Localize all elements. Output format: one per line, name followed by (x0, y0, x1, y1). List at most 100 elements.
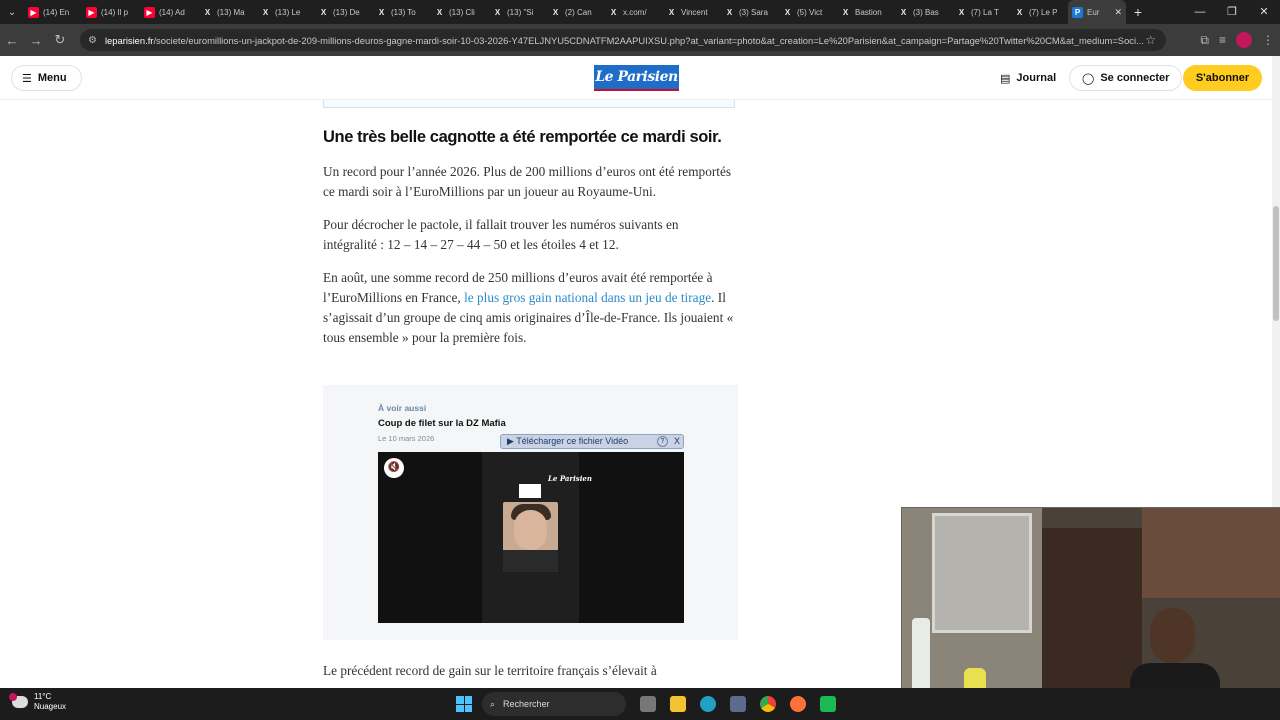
tab-label: (13) Le (275, 7, 301, 17)
browser-tab[interactable]: X Bastion (836, 0, 894, 24)
profile-avatar[interactable] (1236, 32, 1252, 48)
tab-label: (13) Cli (449, 7, 475, 17)
x-icon: X (262, 7, 269, 17)
url-text: leparisien.fr/societe/euromillions-un-ja… (105, 35, 1145, 46)
hamburger-icon: ☰ (22, 72, 32, 85)
login-button[interactable]: ◯ Se connecter (1069, 65, 1183, 91)
window-controls: — ❐ ✕ (1184, 0, 1280, 24)
browser-tab[interactable]: X (7) La T (952, 0, 1010, 24)
cloud-icon (9, 693, 28, 708)
browser-tab[interactable]: Xx.com/ (604, 0, 662, 24)
browser-tab[interactable]: ▶ (14) Ad (140, 0, 198, 24)
journal-link[interactable]: ▤ Journal (1000, 65, 1056, 91)
tab-label: (13) De (333, 7, 360, 17)
url-bar[interactable]: ⚙ leparisien.fr/societe/euromillions-un-… (80, 29, 1166, 51)
leparisien-icon: P (1072, 6, 1083, 18)
browser-tab[interactable]: X (13) "Si (488, 0, 546, 24)
back-icon[interactable]: ← (0, 33, 24, 48)
bookmark-star-icon[interactable]: ☆ (1145, 33, 1156, 47)
tab-label: (3) Bas (913, 7, 939, 17)
file-explorer-icon[interactable] (666, 692, 690, 716)
x-icon: X (320, 7, 327, 17)
store-icon[interactable] (726, 692, 750, 716)
browser-tab[interactable]: X (7) Le P (1010, 0, 1068, 24)
tab-label: Vincent (681, 7, 708, 17)
x-icon: X (552, 7, 559, 17)
browser-tab[interactable]: X (5) Vict (778, 0, 836, 24)
browser-tab[interactable]: X (13) De (314, 0, 372, 24)
tab-label: (7) La T (971, 7, 999, 17)
tab-label: (13) To (391, 7, 416, 17)
close-tab-icon[interactable]: ✕ (1114, 7, 1122, 18)
menu-label: Menu (37, 72, 67, 84)
reload-icon[interactable]: ↻ (48, 32, 72, 48)
minimize-icon[interactable]: — (1184, 0, 1216, 24)
browser-tab[interactable]: X (13) Ma (198, 0, 256, 24)
taskbar-search[interactable]: ⌕ Rechercher (482, 692, 626, 716)
tab-label: (14) Il p (101, 7, 129, 17)
browser-menu-icon[interactable]: ⋮ (1262, 33, 1274, 47)
x-icon: X (1016, 7, 1023, 17)
maximize-icon[interactable]: ❐ (1216, 0, 1248, 24)
browser-tab[interactable]: X (13) Cli (430, 0, 488, 24)
browser-tab[interactable]: ▶ (14) Il p (82, 0, 140, 24)
edge-icon[interactable] (696, 692, 720, 716)
close-window-icon[interactable]: ✕ (1248, 0, 1280, 24)
close-download-icon[interactable]: X (674, 436, 680, 446)
app-icon[interactable] (816, 692, 840, 716)
weather-condition: Nuageux (34, 702, 67, 711)
browser-tab[interactable]: X Vincent (662, 0, 720, 24)
paragraph-record: Un record pour l’année 2026. Plus de 200… (323, 164, 732, 199)
firefox-icon[interactable] (786, 692, 810, 716)
forward-icon[interactable]: → (24, 33, 48, 48)
browser-tab[interactable]: X (13) To (372, 0, 430, 24)
search-label: Rechercher (503, 699, 550, 709)
scrollbar-thumb[interactable] (1273, 206, 1279, 321)
browser-tab[interactable]: P Eur ✕ (1068, 0, 1126, 24)
journal-label: Journal (1016, 72, 1057, 84)
youtube-icon: ▶ (144, 6, 155, 18)
previous-block-edge (323, 100, 735, 108)
tab-label: (13) Ma (217, 7, 245, 17)
url-path: /societe/euromillions-un-jackpot-de-209-… (153, 34, 1144, 46)
x-icon: X (726, 7, 733, 17)
section-heading: Une très belle cagnotte a été remportée … (323, 128, 722, 146)
tab-search-icon[interactable]: ⌄ (0, 0, 24, 24)
new-tab-button[interactable]: + (1126, 4, 1150, 20)
browser-tab[interactable]: X (3) Sara (720, 0, 778, 24)
menu-button[interactable]: ☰ Menu (11, 65, 82, 91)
subscribe-button[interactable]: S'abonner (1183, 65, 1262, 91)
browser-tab[interactable]: ▶ (14) En (24, 0, 82, 24)
browser-tab[interactable]: X (3) Bas (894, 0, 952, 24)
mute-icon[interactable]: 🔇 (384, 458, 404, 478)
video-player[interactable]: 🔇 Le Parisien (378, 452, 684, 623)
address-toolbar: ← → ↻ ⚙ leparisien.fr/societe/euromillio… (0, 24, 1280, 56)
download-video-bar[interactable]: ▶ Télécharger ce fichier Vidéo ? X (500, 434, 684, 449)
weather-widget[interactable]: 11°C Nuageux (9, 692, 67, 712)
taskbar-apps: ⌕ Rechercher (452, 692, 840, 716)
paragraph-previous-record: Le précédent record de gain sur le terri… (323, 663, 657, 678)
tab-label: (2) Can (565, 7, 592, 17)
extensions-icon[interactable]: ⧉ (1200, 33, 1209, 48)
video-logo: Le Parisien (548, 474, 592, 483)
video-name-tag (519, 484, 541, 498)
help-icon[interactable]: ? (657, 436, 668, 447)
x-icon: X (378, 7, 385, 17)
x-icon: X (784, 7, 791, 17)
browser-tab[interactable]: X (2) Can (546, 0, 604, 24)
suspect-photo (503, 502, 558, 572)
site-info-icon[interactable]: ⚙ (88, 35, 97, 46)
paragraph-august: En août, une somme record de 250 million… (323, 268, 735, 348)
download-video-label: ▶ Télécharger ce fichier Vidéo (507, 436, 629, 446)
le-parisien-logo[interactable]: Le Parisien (594, 65, 679, 91)
youtube-icon: ▶ (28, 6, 39, 18)
user-icon: ◯ (1082, 72, 1095, 85)
record-gain-link[interactable]: le plus gros gain national dans un jeu d… (464, 290, 711, 305)
chrome-icon[interactable] (756, 692, 780, 716)
tab-label: (13) "Si (507, 7, 534, 17)
start-icon[interactable] (452, 692, 476, 716)
media-icon[interactable]: ≡ (1219, 33, 1226, 47)
task-view-icon[interactable] (636, 692, 660, 716)
related-title[interactable]: Coup de filet sur la DZ Mafia (378, 418, 506, 429)
browser-tab[interactable]: X (13) Le (256, 0, 314, 24)
